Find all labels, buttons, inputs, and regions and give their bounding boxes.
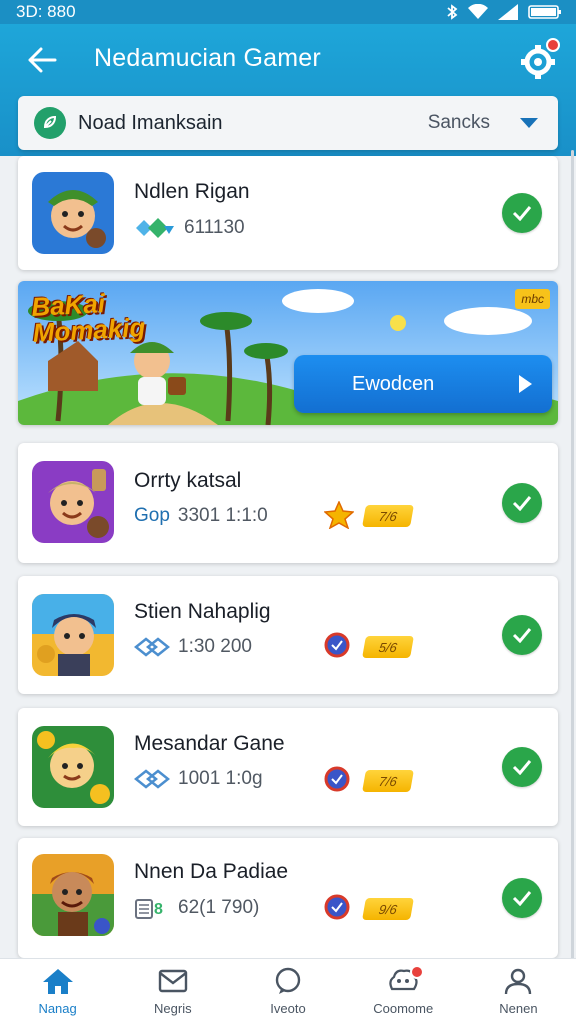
settings-button[interactable] xyxy=(518,38,560,80)
medal-icon xyxy=(324,632,350,658)
check-icon xyxy=(512,206,532,221)
installed-check-button[interactable] xyxy=(502,615,542,655)
leaf-icon xyxy=(34,107,66,139)
notification-badge xyxy=(409,965,424,979)
status-time: 3D: 880 xyxy=(16,2,76,21)
status-bar: 3D: 880 xyxy=(0,0,576,24)
check-icon xyxy=(512,760,532,775)
download-button[interactable]: Ewodcen xyxy=(294,355,552,413)
game-meta: 611130 xyxy=(134,216,245,240)
chevron-down-icon xyxy=(520,118,538,128)
page-title: Nedamucian Gamer xyxy=(94,44,321,72)
game-card[interactable]: Nnen Da Padiae 8 62(1 790) 9/6 xyxy=(18,838,558,958)
check-icon xyxy=(512,496,532,511)
game-meta: 1001 1:0g xyxy=(134,768,263,790)
game-thumbnail xyxy=(32,461,114,543)
back-button[interactable] xyxy=(24,42,60,78)
medal-icon xyxy=(324,766,350,792)
installed-check-button[interactable] xyxy=(502,747,542,787)
play-icon xyxy=(519,375,532,393)
nav-item-profile[interactable]: Nenen xyxy=(461,959,576,1024)
game-title: Mesandar Gane xyxy=(134,732,285,755)
game-card[interactable]: Orrty katsal Gop 3301 1:1:0 7/6 xyxy=(18,443,558,563)
game-card[interactable]: Mesandar Gane 1001 1:0g 7/6 xyxy=(18,708,558,826)
rating-pill: 5/6 xyxy=(362,636,414,658)
game-title: Nnen Da Padiae xyxy=(134,860,289,883)
status-icons xyxy=(446,4,562,20)
scrollbar[interactable] xyxy=(571,150,574,960)
bluetooth-icon xyxy=(447,4,458,20)
banner-badge: mbc xyxy=(515,289,550,309)
nav-label: Coomome xyxy=(373,1001,434,1016)
game-title: Orrty katsal xyxy=(134,469,242,492)
game-stat-prefix: Gop xyxy=(134,505,170,526)
nav-item-home[interactable]: Nanag xyxy=(0,959,115,1024)
game-title: Stien Nahaplig xyxy=(134,600,271,623)
installed-check-button[interactable] xyxy=(502,193,542,233)
star-icon xyxy=(324,501,354,529)
game-thumbnail xyxy=(32,854,114,936)
game-title: Ndlen Rigan xyxy=(134,180,250,203)
game-meta: 1:30 200 xyxy=(134,636,252,658)
rating-pill: 7/6 xyxy=(362,770,414,792)
check-icon xyxy=(512,891,532,906)
nav-item-chat[interactable]: Iveoto xyxy=(230,959,345,1024)
ticket-icon xyxy=(134,769,170,789)
nav-label: Iveoto xyxy=(270,1001,306,1016)
profile-icon xyxy=(505,968,532,995)
bottom-nav: Nanag Negris Iveoto Coomome Nenen xyxy=(0,958,576,1024)
installed-check-button[interactable] xyxy=(502,483,542,523)
installed-check-button[interactable] xyxy=(502,878,542,918)
gem-icon xyxy=(136,218,174,238)
filter-label: Noad Imanksain xyxy=(78,111,223,134)
rating-pill: 9/6 xyxy=(362,898,414,920)
game-stat: 1001 1:0g xyxy=(178,768,263,789)
game-stat: 611130 xyxy=(184,217,245,238)
ticket-icon xyxy=(134,637,170,657)
game-thumbnail xyxy=(32,726,114,808)
game-thumbnail xyxy=(32,172,114,254)
chat-icon xyxy=(275,967,301,994)
signal-icon xyxy=(498,4,518,20)
nav-item-messages[interactable]: Negris xyxy=(115,959,230,1024)
notification-badge xyxy=(546,38,560,52)
game-card[interactable]: Ndlen Rigan 611130 xyxy=(18,156,558,270)
arrow-left-icon xyxy=(28,47,57,73)
game-thumbnail xyxy=(32,594,114,676)
rating-pill: 7/6 xyxy=(362,505,414,527)
nav-item-community[interactable]: Coomome xyxy=(346,959,461,1024)
filter-dropdown[interactable]: Noad Imanksain Sancks xyxy=(18,96,558,150)
nav-label: Nanag xyxy=(38,1001,77,1016)
download-button-label: Ewodcen xyxy=(352,372,435,395)
game-stat: 3301 1:1:0 xyxy=(177,505,268,526)
medal-icon xyxy=(324,894,350,920)
svg-text:8: 8 xyxy=(154,901,163,918)
wifi-icon xyxy=(468,4,488,19)
mail-icon xyxy=(158,969,187,993)
check-icon xyxy=(512,628,532,643)
game-stat: 62(1 790) xyxy=(178,897,260,918)
app-bar: Nedamucian Gamer Noad Imanksain Sancks xyxy=(0,24,576,156)
game-meta: 8 62(1 790) xyxy=(134,896,259,920)
banner-title: BaKai Momakig xyxy=(30,288,147,348)
battery-icon xyxy=(528,5,561,19)
promo-banner[interactable]: BaKai Momakig mbc Ewodcen xyxy=(18,281,558,425)
cash-icon: 8 xyxy=(135,899,163,919)
game-meta: Gop 3301 1:1:0 xyxy=(134,505,268,527)
game-stat: 1:30 200 xyxy=(178,636,252,657)
nav-label: Negris xyxy=(154,1001,192,1016)
game-card[interactable]: Stien Nahaplig 1:30 200 5/6 xyxy=(18,576,558,694)
sort-value: Sancks xyxy=(427,112,490,133)
nav-label: Nenen xyxy=(499,1001,538,1016)
home-icon xyxy=(42,969,73,994)
